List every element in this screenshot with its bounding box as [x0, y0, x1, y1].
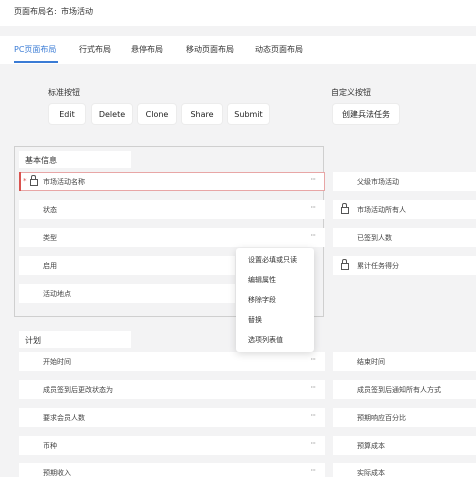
tab-row-layout[interactable]: 行式布局 — [79, 44, 111, 55]
field-location[interactable]: 活动地点 — [19, 284, 235, 303]
plan-title: 计划 — [25, 336, 41, 345]
more-dots-icon[interactable]: ··· — [310, 203, 316, 212]
field-label: 成员签到后更改状态为 — [43, 386, 113, 394]
required-marker-bar — [19, 172, 21, 191]
field-label: 预算成本 — [357, 442, 385, 450]
field-label: 类型 — [43, 234, 57, 242]
field-checked-in-count[interactable]: 已签到人数 — [333, 228, 476, 247]
menu-item-replace[interactable]: 替换 — [248, 315, 262, 325]
field-label: 开始时间 — [43, 358, 71, 366]
field-label: 市场活动所有人 — [357, 206, 406, 214]
tab-mobile-layout[interactable]: 移动页面布局 — [186, 44, 234, 55]
field-campaign-name[interactable]: * 市场活动名称 ··· — [19, 172, 325, 191]
field-budget-cost[interactable]: 预算成本 — [333, 436, 476, 455]
field-label: 币种 — [43, 442, 57, 450]
layout-tabs: PC页面布局 行式布局 悬停布局 移动页面布局 动态页面布局 — [0, 36, 476, 64]
menu-item-picklist-values[interactable]: 选项列表值 — [248, 335, 283, 345]
lock-icon — [30, 175, 38, 186]
tab-pc-layout[interactable]: PC页面布局 — [14, 44, 56, 55]
field-label: 实际成本 — [357, 469, 385, 477]
page-header: 页面布局名: 市场活动 — [0, 0, 476, 26]
field-label: 状态 — [43, 206, 57, 214]
field-parent-campaign[interactable]: 父级市场活动 — [333, 172, 476, 191]
active-tab-indicator — [14, 61, 58, 63]
field-currency[interactable]: 币种 ··· — [19, 436, 325, 455]
field-label: 已签到人数 — [357, 234, 392, 242]
tab-hover-layout[interactable]: 悬停布局 — [131, 44, 163, 55]
field-label: 累计任务得分 — [357, 262, 399, 270]
field-required-members[interactable]: 要求会员人数 ··· — [19, 408, 325, 427]
field-notify-owner-method[interactable]: 成员签到后通知所有人方式 — [333, 380, 476, 399]
field-campaign-owner[interactable]: 市场活动所有人 — [333, 200, 476, 219]
field-type[interactable]: 类型 ··· — [19, 228, 325, 247]
delete-button[interactable]: Delete — [92, 104, 132, 124]
standard-buttons-title: 标准按钮 — [48, 88, 80, 97]
field-end-time[interactable]: 结束时间 — [333, 352, 476, 371]
more-dots-icon[interactable]: ··· — [310, 439, 316, 448]
more-dots-icon[interactable]: ··· — [310, 466, 316, 475]
field-label: 要求会员人数 — [43, 414, 85, 422]
field-start-time[interactable]: 开始时间 ··· — [19, 352, 325, 371]
tab-dynamic-layout[interactable]: 动态页面布局 — [255, 44, 303, 55]
field-enabled[interactable]: 启用 — [19, 256, 235, 275]
basic-info-title: 基本信息 — [25, 156, 57, 165]
more-dots-icon[interactable]: ··· — [310, 175, 316, 184]
field-label: 市场活动名称 — [43, 178, 85, 186]
field-expected-revenue[interactable]: 预期收入 ··· — [19, 463, 325, 477]
field-label: 活动地点 — [43, 290, 71, 298]
field-label: 结束时间 — [357, 358, 385, 366]
lock-icon — [341, 203, 349, 214]
field-expected-response-rate[interactable]: 预期响应百分比 — [333, 408, 476, 427]
share-button[interactable]: Share — [182, 104, 222, 124]
layout-name-value: 市场活动 — [61, 7, 93, 16]
required-asterisk: * — [23, 177, 27, 185]
field-status[interactable]: 状态 ··· — [19, 200, 325, 219]
plan-header[interactable]: 计划 — [19, 331, 131, 348]
field-actual-cost[interactable]: 实际成本 — [333, 463, 476, 477]
field-label: 成员签到后通知所有人方式 — [357, 386, 441, 394]
basic-info-header[interactable]: 基本信息 — [19, 151, 131, 168]
more-dots-icon[interactable]: ··· — [310, 411, 316, 420]
create-task-button[interactable]: 创建兵法任务 — [333, 104, 399, 124]
field-label: 预期响应百分比 — [357, 414, 406, 422]
field-task-score[interactable]: 累计任务得分 — [333, 256, 476, 275]
edit-button[interactable]: Edit — [49, 104, 85, 124]
more-dots-icon[interactable]: ··· — [310, 231, 316, 240]
more-dots-icon[interactable]: ··· — [310, 355, 316, 364]
lock-icon — [341, 259, 349, 270]
field-context-menu: 设置必填或只读 编辑属性 移除字段 替换 选项列表值 — [236, 248, 314, 352]
submit-button[interactable]: Submit — [228, 104, 269, 124]
menu-item-remove-field[interactable]: 移除字段 — [248, 295, 276, 305]
field-label: 父级市场活动 — [357, 178, 399, 186]
layout-name-label: 页面布局名: — [14, 7, 57, 16]
menu-item-set-required-readonly[interactable]: 设置必填或只读 — [248, 255, 297, 265]
field-label: 启用 — [43, 262, 57, 270]
clone-button[interactable]: Clone — [138, 104, 176, 124]
field-status-after-checkin[interactable]: 成员签到后更改状态为 ··· — [19, 380, 325, 399]
menu-item-edit-properties[interactable]: 编辑属性 — [248, 275, 276, 285]
field-label: 预期收入 — [43, 469, 71, 477]
more-dots-icon[interactable]: ··· — [310, 383, 316, 392]
custom-buttons-title: 自定义按钮 — [331, 88, 371, 97]
